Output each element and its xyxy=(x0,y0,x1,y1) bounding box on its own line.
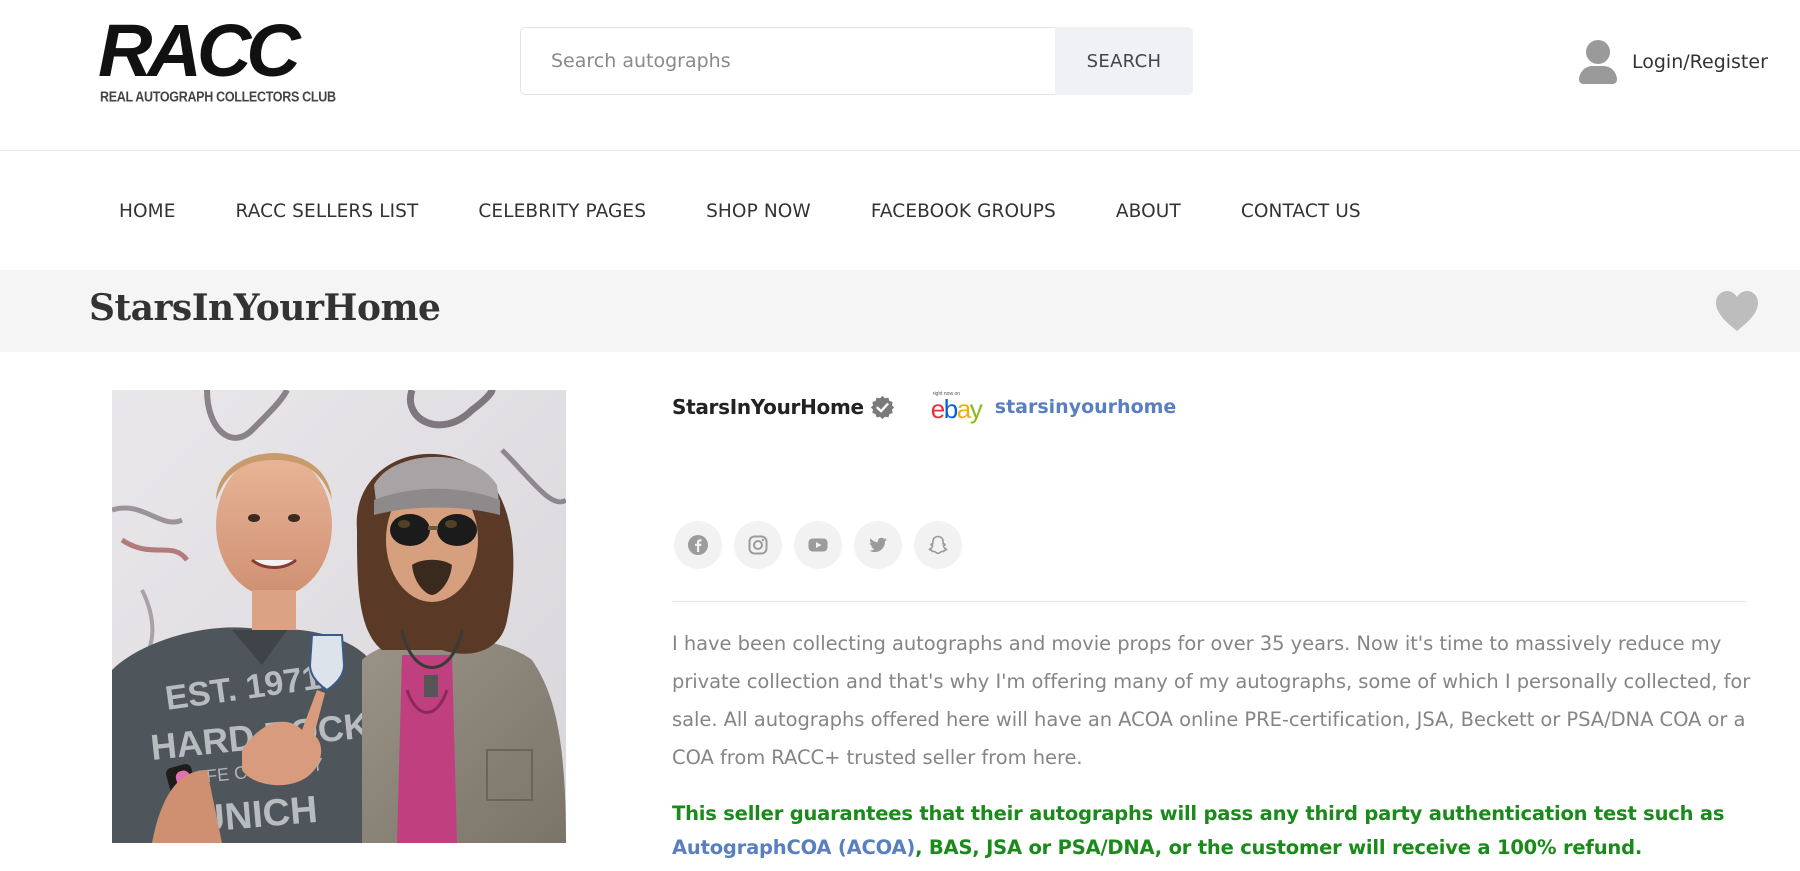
nav-item-shop-now[interactable]: SHOP NOW xyxy=(706,201,811,222)
login-register-label: Login/Register xyxy=(1632,51,1768,73)
main-nav: HOME RACC SELLERS LIST CELEBRITY PAGES S… xyxy=(0,152,1800,270)
login-register-link[interactable]: Login/Register xyxy=(1578,40,1768,84)
seller-photo: EST. 1971 HARD ROCK CAFE COMPANY MUNICH xyxy=(112,390,566,843)
youtube-icon xyxy=(808,538,828,552)
seller-name: StarsInYourHome xyxy=(672,395,864,419)
seller-info-row: StarsInYourHome right now on ebay starsi… xyxy=(672,391,1177,424)
nav-item-celebrity-pages[interactable]: CELEBRITY PAGES xyxy=(478,201,646,222)
search-button[interactable]: SEARCH xyxy=(1055,27,1193,95)
ebay-logo-text: ebay xyxy=(930,394,983,424)
snapchat-link[interactable] xyxy=(914,521,962,569)
search-bar: SEARCH xyxy=(520,27,1193,95)
ebay-logo[interactable]: right now on ebay xyxy=(930,391,985,424)
twitter-icon xyxy=(869,537,887,553)
page-title-band: StarsInYourHome xyxy=(0,270,1800,352)
page-title: StarsInYourHome xyxy=(89,287,441,329)
nav-item-home[interactable]: HOME xyxy=(119,201,176,222)
ebay-username-link[interactable]: starsinyourhome xyxy=(995,396,1177,418)
logo-subtitle: REAL AUTOGRAPH COLLECTORS CLUB xyxy=(100,89,336,106)
nav-item-about[interactable]: ABOUT xyxy=(1116,201,1181,222)
verified-check-icon xyxy=(870,395,894,419)
autographcoa-link[interactable]: AutographCOA (ACOA) xyxy=(672,836,915,859)
nav-item-contact-us[interactable]: CONTACT US xyxy=(1241,201,1361,222)
facebook-link[interactable] xyxy=(674,521,722,569)
facebook-icon xyxy=(688,535,708,555)
instagram-link[interactable] xyxy=(734,521,782,569)
logo-text: RACC xyxy=(98,9,301,92)
youtube-link[interactable] xyxy=(794,521,842,569)
guarantee-text-part2: , BAS, JSA or PSA/DNA, or the customer w… xyxy=(915,836,1643,859)
site-header: RACC REAL AUTOGRAPH COLLECTORS CLUB SEAR… xyxy=(0,0,1800,151)
guarantee-text-part1: This seller guarantees that their autogr… xyxy=(672,802,1725,825)
section-divider xyxy=(672,601,1746,602)
nav-item-facebook-groups[interactable]: FACEBOOK GROUPS xyxy=(871,201,1056,222)
instagram-icon xyxy=(748,535,768,555)
seller-guarantee: This seller guarantees that their autogr… xyxy=(672,797,1752,865)
nav-item-racc-sellers-list[interactable]: RACC SELLERS LIST xyxy=(236,201,419,222)
snapchat-icon xyxy=(928,535,948,555)
racc-logo[interactable]: RACC REAL AUTOGRAPH COLLECTORS CLUB xyxy=(98,14,336,109)
heart-icon[interactable] xyxy=(1714,290,1760,332)
user-icon xyxy=(1578,40,1617,84)
social-links xyxy=(674,521,974,569)
search-input[interactable] xyxy=(520,27,1055,95)
twitter-link[interactable] xyxy=(854,521,902,569)
seller-description: I have been collecting autographs and mo… xyxy=(672,632,1751,769)
